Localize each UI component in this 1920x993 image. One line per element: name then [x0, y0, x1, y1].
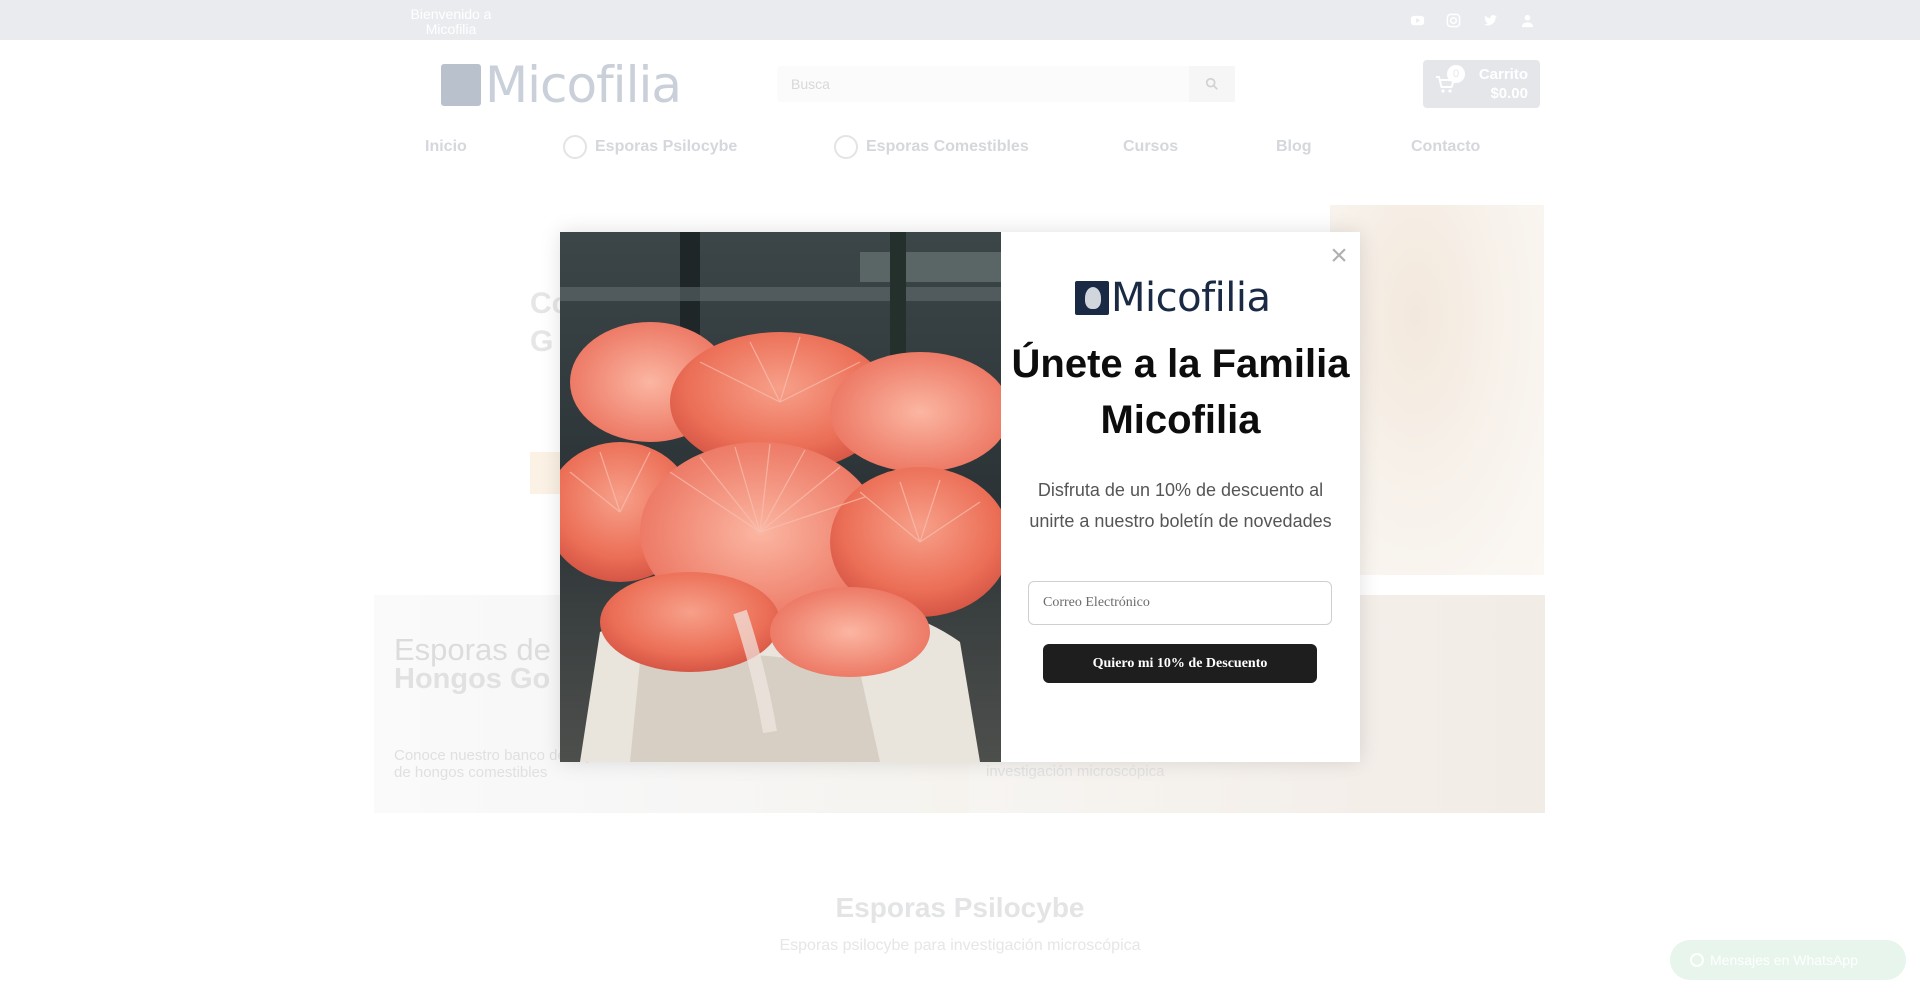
- whatsapp-button[interactable]: Mensajes en WhatsApp: [1670, 940, 1906, 980]
- whatsapp-label: Mensajes en WhatsApp: [1710, 952, 1858, 968]
- cart-total: $0.00: [1490, 85, 1528, 102]
- nav-item-esporas-psilocybe[interactable]: Esporas Psilocybe: [563, 135, 738, 159]
- nav-item-cursos[interactable]: Cursos: [1123, 136, 1178, 158]
- pink-oyster-mushroom-image: [560, 232, 1001, 762]
- nav-label: Contacto: [1411, 138, 1481, 155]
- modal-logo-text: Micofilia: [1111, 275, 1271, 321]
- banner-title-bold: Hongos Go: [394, 663, 551, 695]
- nav-item-blog[interactable]: Blog: [1276, 136, 1312, 158]
- logo-mark-icon: [1075, 281, 1109, 315]
- modal-description: Disfruta de un 10% de descuento al unirt…: [1029, 480, 1332, 531]
- site-logo[interactable]: Micofilia: [441, 56, 682, 114]
- nav-item-inicio[interactable]: Inicio: [425, 136, 467, 158]
- cart-button[interactable]: 0 Carrito $0.00: [1423, 60, 1540, 108]
- close-icon[interactable]: ×: [1325, 241, 1353, 271]
- twitter-icon[interactable]: [1480, 10, 1500, 30]
- nav-label: Inicio: [425, 138, 467, 155]
- nav-label: Esporas Psilocybe: [595, 138, 738, 155]
- subscribe-button[interactable]: Quiero mi 10% de Descuento: [1043, 644, 1317, 683]
- mushroom-icon: [834, 135, 858, 159]
- nav-label: Esporas Comestibles: [866, 138, 1029, 155]
- youtube-icon[interactable]: [1407, 10, 1427, 30]
- cart-label: Carrito: [1478, 66, 1528, 83]
- logo-mark-icon: [441, 64, 481, 106]
- search-button[interactable]: [1189, 66, 1235, 102]
- nav-item-contacto[interactable]: Contacto: [1411, 136, 1480, 158]
- search-bar[interactable]: Busca: [777, 66, 1235, 102]
- instagram-icon[interactable]: [1443, 10, 1463, 30]
- welcome-text: Bienvenido a Micofilia: [410, 6, 492, 37]
- nav-item-esporas-comestibles[interactable]: Esporas Comestibles: [834, 135, 1029, 159]
- newsletter-modal: × Micofilia Únete a la Familia Micofilia…: [560, 232, 1360, 762]
- section-title: Esporas Psilocybe: [835, 892, 1085, 923]
- nav-label: Cursos: [1123, 138, 1179, 155]
- logo-text: Micofilia: [484, 56, 682, 114]
- nav-label: Blog: [1276, 138, 1312, 155]
- hero-image: [1330, 205, 1544, 575]
- search-icon: [1205, 77, 1218, 90]
- cart-count-badge: 0: [1447, 65, 1465, 83]
- modal-logo: Micofilia: [1075, 275, 1280, 321]
- modal-title: Únete a la Familia Micofilia: [1011, 342, 1350, 442]
- hero-button[interactable]: [530, 452, 560, 494]
- top-bar: Bienvenido a Micofilia: [0, 0, 1920, 40]
- section-subtitle: Esporas psilocybe para investigación mic…: [779, 937, 1141, 954]
- mushroom-icon: [563, 135, 587, 159]
- search-input[interactable]: Busca: [791, 76, 830, 92]
- whatsapp-icon: [1690, 953, 1704, 967]
- email-field[interactable]: [1028, 581, 1332, 625]
- banner-description: investigación microscópica: [986, 763, 1165, 780]
- user-icon[interactable]: [1517, 10, 1537, 30]
